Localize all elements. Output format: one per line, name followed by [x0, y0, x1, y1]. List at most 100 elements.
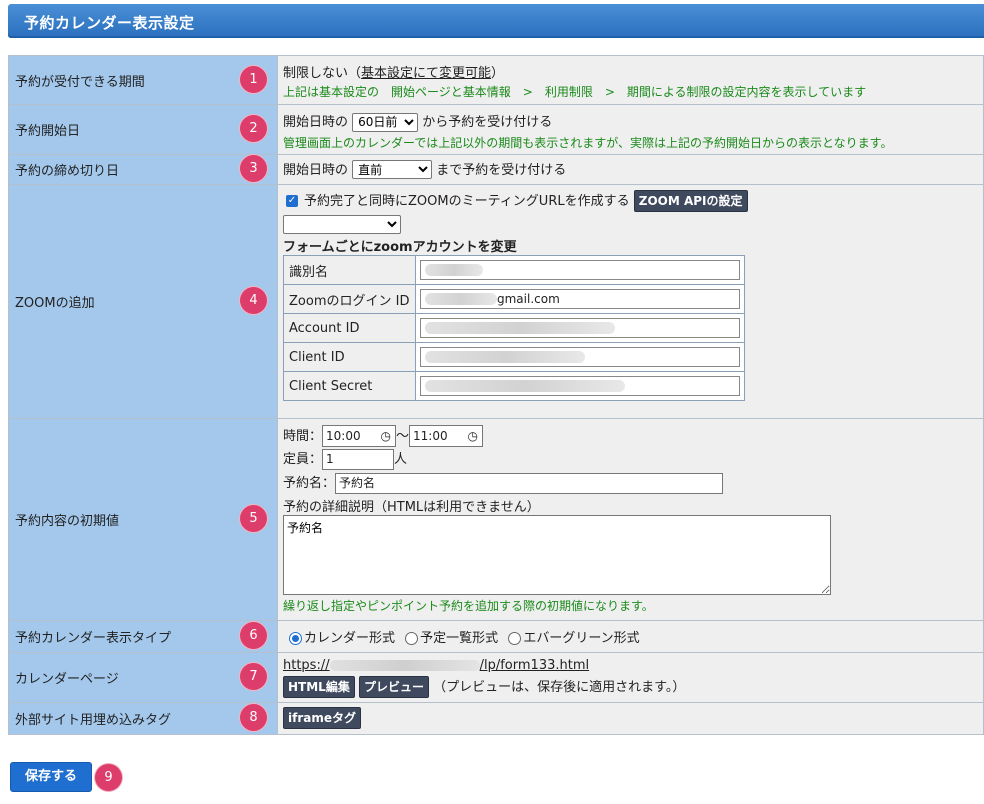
- badge-8: 8: [240, 704, 267, 731]
- start-note: 管理画面上のカレンダーでは上記以外の期間も表示されますが、実際は上記の予約開始日…: [283, 135, 893, 150]
- row-period: 予約が受付できる期間 1 制限しない（基本設定にて変更可能） 上記は基本設定の …: [8, 55, 984, 105]
- identifier-input[interactable]: [420, 260, 740, 280]
- badge-4: 4: [240, 287, 267, 314]
- zoom-field-row: 識別名: [283, 255, 745, 285]
- desc-label: 予約の詳細説明（HTMLは利用できません）: [283, 500, 540, 515]
- row-value: 時間： 10:00 ◷ 〜 11:00 ◷ 定員： 1 人 予約名： 予約名 予約の詳細説明（H…: [277, 417, 984, 621]
- zoom-api-button[interactable]: ZOOM APIの設定: [633, 190, 748, 212]
- badge-3: 3: [240, 155, 267, 182]
- zoom-field-row: Zoomのログイン ID gmail.com: [283, 284, 745, 314]
- zoom-account-select[interactable]: [283, 215, 401, 234]
- row-label: 予約カレンダー表示タイプ 6: [8, 619, 278, 653]
- login-id-input[interactable]: gmail.com: [420, 289, 740, 309]
- deadline-suffix: まで予約を受け付ける: [436, 162, 567, 178]
- html-edit-button[interactable]: HTML編集: [283, 676, 355, 698]
- radio-calendar[interactable]: [289, 631, 302, 645]
- option-calendar: カレンダー形式: [304, 630, 396, 646]
- capacity-input[interactable]: 1: [322, 449, 395, 470]
- zoom-field-label: Client ID: [283, 342, 416, 372]
- page-header: 予約カレンダー表示設定: [8, 4, 984, 38]
- label-zoom: ZOOMの追加: [15, 295, 95, 311]
- zoom-field-label: Zoomのログイン ID: [283, 284, 416, 314]
- row-value: 開始日時の 60日前 から予約を受け付ける 管理画面上のカレンダーでは上記以外の…: [277, 104, 984, 155]
- account-id-input[interactable]: [420, 318, 740, 338]
- label-deadline: 予約の締め切り日: [15, 163, 120, 179]
- zoom-account-heading: フォームごとにzoomアカウントを変更: [283, 240, 517, 255]
- zoom-fields-table: 識別名 Zoomのログイン ID gmail.com Account ID Cl…: [283, 255, 745, 401]
- zoom-checkbox[interactable]: ✓: [286, 195, 298, 207]
- period-text-end: ）: [491, 66, 505, 81]
- zoom-field-label: Account ID: [283, 313, 416, 343]
- time-label: 時間：: [283, 428, 323, 444]
- row-value: iframeタグ: [277, 701, 984, 735]
- time-end-input[interactable]: 11:00 ◷: [409, 425, 484, 447]
- name-input[interactable]: 予約名: [335, 473, 724, 494]
- badge-6: 6: [240, 622, 267, 649]
- badge-7: 7: [240, 663, 267, 690]
- row-defaults: 予約内容の初期値 5 時間： 10:00 ◷ 〜 11:00 ◷ 定員： 1 人 予約名： 予約…: [8, 417, 984, 621]
- zoom-field-row: Account ID: [283, 313, 745, 343]
- preview-note: （プレビューは、保存後に適用されます。）: [433, 679, 686, 695]
- defaults-note: 繰り返し指定やピンポイント予約を追加する際の初期値になります。: [283, 599, 654, 613]
- basic-settings-link[interactable]: 基本設定にて変更可能: [361, 66, 491, 81]
- row-value: 制限しない（基本設定にて変更可能） 上記は基本設定の 開始ページと基本情報 > …: [277, 55, 984, 105]
- row-label: 予約内容の初期値 5: [8, 417, 278, 621]
- row-label: ZOOMの追加 4: [8, 183, 278, 419]
- time-separator: 〜: [396, 428, 410, 444]
- badge-5: 5: [240, 505, 267, 532]
- zoom-checkbox-label: 予約完了と同時にZOOMのミーティングURLを作成する: [304, 193, 630, 209]
- row-label: 予約が受付できる期間 1: [8, 55, 278, 105]
- save-button[interactable]: 保存する: [10, 762, 92, 792]
- badge-9: 9: [95, 764, 122, 791]
- clock-icon: ◷: [467, 429, 479, 443]
- checkmark-icon: ✓: [287, 195, 297, 206]
- start-suffix: から予約を受け付ける: [422, 115, 553, 130]
- settings-table: 予約が受付できる期間 1 制限しない（基本設定にて変更可能） 上記は基本設定の …: [8, 55, 984, 735]
- row-value: カレンダー形式 予定一覧形式 エバーグリーン形式: [277, 619, 984, 653]
- row-deadline: 予約の締め切り日 3 開始日時の 直前 まで予約を受け付ける: [8, 153, 984, 185]
- row-label: 予約の締め切り日 3: [8, 153, 278, 185]
- capacity-label: 定員：: [283, 452, 323, 467]
- desc-textarea[interactable]: 予約名: [283, 515, 831, 595]
- row-value: https:///lp/form133.html HTML編集 プレビュー （プ…: [277, 651, 984, 703]
- start-select[interactable]: 60日前: [352, 112, 419, 132]
- page-title: 予約カレンダー表示設定: [24, 14, 195, 32]
- capacity-unit: 人: [394, 452, 408, 467]
- row-embed: 外部サイト用埋め込みタグ 8 iframeタグ: [8, 701, 984, 735]
- option-list: 予定一覧形式: [420, 630, 499, 646]
- radio-evergreen[interactable]: [508, 631, 522, 645]
- label-defaults: 予約内容の初期値: [15, 513, 120, 529]
- row-value: ✓ 予約完了と同時にZOOMのミーティングURLを作成する ZOOM APIの設定…: [277, 183, 984, 419]
- option-evergreen: エバーグリーン形式: [523, 630, 640, 646]
- row-display-type: 予約カレンダー表示タイプ 6 カレンダー形式 予定一覧形式 エバーグリーン形式: [8, 619, 984, 653]
- label-display-type: 予約カレンダー表示タイプ: [15, 630, 172, 646]
- preview-button[interactable]: プレビュー: [358, 676, 429, 698]
- client-secret-input[interactable]: [420, 376, 740, 396]
- row-label: カレンダーページ 7: [8, 651, 278, 703]
- badge-1: 1: [240, 66, 267, 93]
- row-calendar-page: カレンダーページ 7 https:///lp/form133.html HTML…: [8, 651, 984, 703]
- radio-list[interactable]: [405, 631, 419, 645]
- row-label: 予約開始日 2: [8, 104, 278, 155]
- name-label: 予約名：: [283, 476, 336, 491]
- deadline-prefix: 開始日時の: [283, 162, 349, 178]
- time-start-input[interactable]: 10:00 ◷: [322, 425, 397, 447]
- label-start: 予約開始日: [15, 123, 81, 139]
- label-embed: 外部サイト用埋め込みタグ: [15, 712, 172, 728]
- iframe-tag-button[interactable]: iframeタグ: [283, 707, 361, 729]
- period-note: 上記は基本設定の 開始ページと基本情報 > 利用制限 > 期間による制限の設定内…: [283, 85, 867, 99]
- clock-icon: ◷: [380, 429, 392, 443]
- row-value: 開始日時の 直前 まで予約を受け付ける: [277, 153, 984, 185]
- zoom-field-row: Client ID: [283, 342, 745, 372]
- zoom-field-row: Client Secret: [283, 371, 745, 401]
- login-id-value: gmail.com: [497, 292, 560, 306]
- zoom-field-label: Client Secret: [283, 371, 416, 401]
- calendar-url-link[interactable]: https:///lp/form133.html: [283, 658, 978, 673]
- row-start: 予約開始日 2 開始日時の 60日前 から予約を受け付ける 管理画面上のカレンダ…: [8, 104, 984, 155]
- row-zoom: ZOOMの追加 4 ✓ 予約完了と同時にZOOMのミーティングURLを作成する Z…: [8, 183, 984, 419]
- client-id-input[interactable]: [420, 347, 740, 367]
- deadline-select[interactable]: 直前: [352, 160, 433, 180]
- row-label: 外部サイト用埋め込みタグ 8: [8, 701, 278, 735]
- start-prefix: 開始日時の: [283, 115, 349, 130]
- zoom-field-label: 識別名: [283, 255, 416, 285]
